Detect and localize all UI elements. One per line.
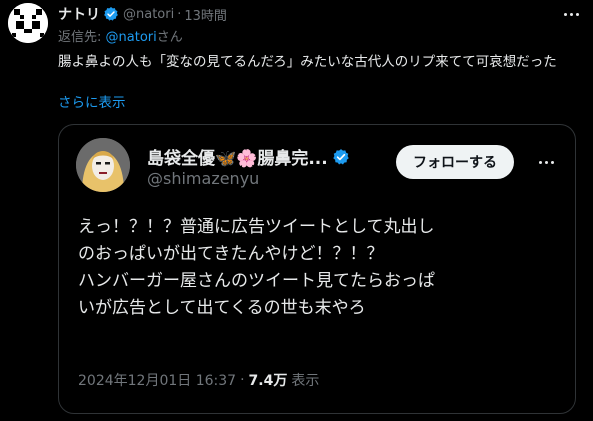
verified-badge-icon[interactable] (332, 148, 350, 166)
quoted-author-header: 島袋全優🦋🌸腸鼻完... (147, 144, 350, 169)
tweet-body: 腸よ鼻よの人も「変なの見てるんだろ」みたいな古代人のリプ来てて可哀想だった (58, 54, 557, 70)
quoted-tweet-date[interactable]: 2024年12月01日 16:37 (78, 370, 236, 390)
author-avatar[interactable] (8, 3, 48, 43)
quoted-author-avatar[interactable] (76, 138, 130, 192)
quoted-author-handle[interactable]: @shimazenyu (147, 169, 259, 188)
view-count: 7.4万 (248, 373, 288, 389)
show-more-link[interactable]: さらに表示 (58, 91, 126, 111)
reply-prefix: 返信先: (58, 30, 106, 45)
more-options-icon[interactable] (559, 6, 583, 22)
author-handle[interactable]: @natori (123, 7, 174, 22)
quoted-text-line: のおっぱいが出てきたんやけど！？！？ (78, 244, 384, 264)
quoted-text-line: いが広告として出てくるの世も末やろ (78, 298, 366, 318)
view-count-label: 表示 (291, 373, 320, 389)
tweet-timestamp[interactable]: 13時間 (184, 5, 227, 24)
reply-mention-link[interactable]: @natori (106, 30, 157, 45)
separator-dot: · (240, 372, 245, 388)
follow-button[interactable]: フォローする (396, 145, 514, 179)
quoted-author-display-name[interactable]: 島袋全優🦋🌸腸鼻完... (147, 144, 328, 169)
author-display-name[interactable]: ナトリ (58, 4, 100, 24)
quoted-text-line: えっ！？！？普通に広告ツイートとして丸出し (78, 217, 435, 237)
author-header: ナトリ @natori · 13時間 (58, 4, 227, 24)
reply-to-line: 返信先: @natoriさん (58, 26, 183, 45)
separator-dot: · (177, 6, 182, 22)
quoted-more-options-icon[interactable] (535, 155, 557, 169)
quoted-tweet-card[interactable]: 島袋全優🦋🌸腸鼻完... @shimazenyu フォローする えっ！？！？普通… (58, 124, 576, 414)
quoted-tweet-text: えっ！？！？普通に広告ツイートとして丸出し のおっぱいが出てきたんやけど！？！？… (78, 214, 568, 322)
quoted-text-line: ハンバーガー屋さんのツイート見てたらおっぱ (78, 271, 435, 291)
quoted-tweet-meta: 2024年12月01日 16:37 · 7.4万 表示 (78, 370, 319, 390)
verified-badge-icon[interactable] (103, 6, 119, 22)
reply-suffix: さん (156, 30, 183, 45)
